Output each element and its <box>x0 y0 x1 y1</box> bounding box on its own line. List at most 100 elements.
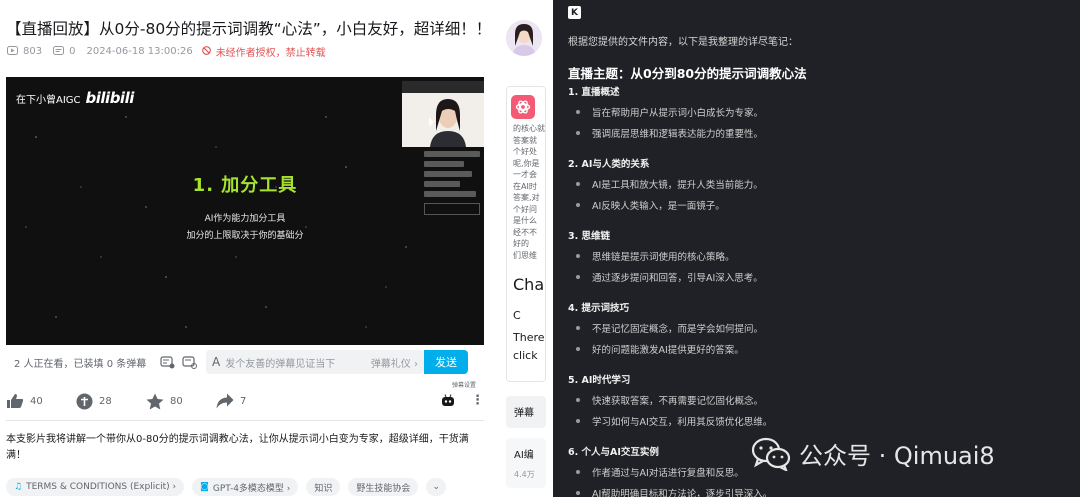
notes-bullet-text: AI帮助明确目标和方法论，逐步引导深入。 <box>592 489 773 497</box>
notes-section-title: 5. AI时代学习 <box>568 375 631 386</box>
notes-bullet-text: 旨在帮助用户从提示词小白成长为专家。 <box>592 108 764 119</box>
danmaku-etiquette-link[interactable]: 弹幕礼仪 › <box>371 355 418 370</box>
notes-bullet-text: 快速获取答案，不再需要记忆固化概念。 <box>592 396 764 407</box>
video-player[interactable]: 在下小曾AIGC bilibili 1. 加分工具 AI作为能力加分工具 加分的… <box>6 77 484 345</box>
card-text-line: 答案就 <box>513 135 537 145</box>
no-repost-icon <box>201 45 211 58</box>
watching-count: 2 人正在看，已装填 0 条弹幕 <box>14 358 147 370</box>
notes-bullet: AI是工具和放大镜，提升人类当前能力。 <box>576 177 763 191</box>
send-danmaku-button[interactable]: 发送 <box>424 350 468 374</box>
divider <box>6 420 484 421</box>
coin-button[interactable]: 28 <box>76 393 146 410</box>
card-text-line: 们思维 <box>513 250 537 260</box>
notes-heading: 直播主题：从0分到80分的提示词调教心法 <box>568 66 807 81</box>
tags-expand-button[interactable]: ⌄ <box>426 478 446 496</box>
chevron-down-icon: ⌄ <box>432 482 440 492</box>
bullet-dot-icon <box>576 110 580 114</box>
favorite-button[interactable]: 80 <box>146 393 216 410</box>
coin-icon <box>76 393 93 409</box>
danmaku-icon <box>53 45 65 58</box>
ai-assistant-icon[interactable] <box>441 392 455 411</box>
bullet-dot-icon <box>576 470 580 474</box>
notes-section-title: 4. 提示词技巧 <box>568 303 630 314</box>
music-note-icon: ♫ <box>14 482 23 492</box>
star-icon <box>146 393 164 409</box>
notes-intro: 根据您提供的文件内容，以下是我整理的详尽笔记： <box>568 37 798 48</box>
thumbs-up-icon <box>7 394 24 408</box>
notes-bullet-text: AI是工具和放大镜，提升人类当前能力。 <box>592 180 763 191</box>
video-description: 本支影片我将讲解一个带你从0-80分的提示词调教心法，让你从提示词小白变为专家，… <box>6 434 469 461</box>
like-button[interactable]: 40 <box>6 393 76 409</box>
tag-label: 野生技能协会 <box>356 483 411 494</box>
notes-bullet: 快速获取答案，不再需要记忆固化概念。 <box>576 393 763 407</box>
publish-datetime: 2024-06-18 13:00:26 <box>86 46 193 57</box>
tag-gpt4[interactable]: ◙ GPT-4多模态模型 › <box>192 478 299 496</box>
tag-label: TERMS & CONDITIONS (Explicit) › <box>26 482 177 492</box>
notes-bullet: 学习如何与AI交互，利用其反馈优化思维。 <box>576 414 772 428</box>
related-card[interactable]: 的核心就 答案就 个好处 呢,你是 一才会 在AI时 答案,对 个好问 是什么 经不不 好的 们思维 … <box>506 86 546 382</box>
live-chat-overlay <box>424 147 484 231</box>
danmaku-count: 0 <box>69 46 76 57</box>
card-text-click: click <box>513 349 538 362</box>
card-text-line: 的核心就 <box>513 124 545 133</box>
wechat-watermark: 公众号 · Qimuai8 <box>751 436 995 471</box>
card-text-line: 好的 <box>513 239 529 248</box>
openai-logo-icon <box>511 95 535 119</box>
card-text-line: 经不不 <box>513 227 537 237</box>
notes-section-title: 6. 个人与AI交互实例 <box>568 447 659 458</box>
tag-label: GPT-4多模态模型 › <box>212 483 291 494</box>
notes-bullet: 思维链是提示词使用的核心策略。 <box>576 249 735 263</box>
sidebar-recommendation[interactable]: AI编 4.4万 <box>506 438 546 488</box>
tag-music[interactable]: ♫ TERMS & CONDITIONS (Explicit) › <box>6 478 185 496</box>
danmaku-settings-icon[interactable] <box>180 353 198 371</box>
card-text-there: There <box>513 331 545 344</box>
notes-bullet-text: 思维链是提示词使用的核心策略。 <box>592 252 735 263</box>
topic-icon: ◙ <box>200 482 209 492</box>
danmaku-placeholder: 发个友善的弹幕见证当下 <box>225 358 336 370</box>
bullet-dot-icon <box>576 419 580 423</box>
slide-line-1: AI作为能力加分工具 <box>204 214 286 224</box>
notes-bullet-text: 强调底层思维和逻辑表达能力的重要性。 <box>592 129 764 140</box>
share-button[interactable]: 7 <box>216 393 286 409</box>
video-title: 【直播回放】从0分-80分的提示词调教“心法”，小白友好，超详细！！ <box>6 20 492 38</box>
bullet-dot-icon <box>576 326 580 330</box>
bullet-dot-icon <box>576 203 580 207</box>
card-refresh-letter: C <box>513 309 521 322</box>
share-arrow-icon <box>216 393 234 409</box>
notes-bullet: 作者通过与AI对话进行复盘和反思。 <box>576 465 744 479</box>
view-count: 803 <box>23 46 43 57</box>
notes-bullet-text: 作者通过与AI对话进行复盘和反思。 <box>592 468 744 479</box>
tag-list: ♫ TERMS & CONDITIONS (Explicit) › ◙ GPT-… <box>6 478 446 496</box>
action-bar: 40 28 80 7 ⋮ <box>6 388 484 414</box>
card-text-line: 个好问 <box>513 204 537 214</box>
slide-line-2: 加分的上限取决于你的基础分 <box>186 231 304 241</box>
channel-brand: 在下小曾AIGC bilibili <box>16 89 134 107</box>
card-text-line: 在AI时 <box>513 181 537 191</box>
tag-skills[interactable]: 野生技能协会 <box>348 478 419 496</box>
notes-bullet: AI帮助明确目标和方法论，逐步引导深入。 <box>576 486 772 497</box>
card-text-line: 是什么 <box>513 216 537 225</box>
share-count: 7 <box>240 395 247 407</box>
video-page: 【直播回放】从0分-80分的提示词调教“心法”，小白友好，超详细！！ 803 0… <box>0 0 548 497</box>
bilibili-logo: bilibili <box>85 89 135 107</box>
bullet-dot-icon <box>576 254 580 258</box>
notes-bullet: 旨在帮助用户从提示词小白成长为专家。 <box>576 105 763 119</box>
danmaku-toggle-icon[interactable] <box>158 353 176 371</box>
notes-bullet: 不是记忆固定概念，而是学会如何提问。 <box>576 321 763 335</box>
tag-knowledge[interactable]: 知识 <box>306 478 341 496</box>
notes-section-title: 3. 思维链 <box>568 231 611 242</box>
more-options-icon[interactable]: ⋮ <box>471 394 484 407</box>
danmaku-input[interactable]: A 发个友善的弹幕见证当下 弹幕礼仪 › <box>206 350 424 374</box>
card-text-line: 答案,对 <box>513 193 540 202</box>
bullet-dot-icon <box>576 182 580 186</box>
chat-overlay-input <box>424 203 480 215</box>
text-a-icon[interactable]: A <box>212 355 220 369</box>
notes-bullet-text: 学习如何与AI交互，利用其反馈优化思维。 <box>592 417 773 428</box>
sidebar-danmaku-tab[interactable]: 弹幕 <box>506 396 546 428</box>
uploader-avatar[interactable] <box>506 20 542 56</box>
bullet-dot-icon <box>576 275 580 279</box>
notes-section-title: 2. AI与人类的关系 <box>568 159 650 170</box>
card-text-line: 个好处 <box>513 147 537 156</box>
favorite-count: 80 <box>170 395 183 407</box>
rights-notice: 未经作者授权，禁止转载 <box>215 48 326 59</box>
